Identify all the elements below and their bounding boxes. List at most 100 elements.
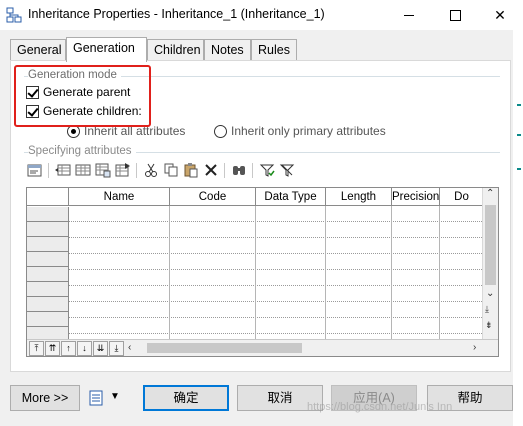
tab-children[interactable]: Children [147,39,204,61]
move-bottom-icon[interactable]: ⤓ [109,341,124,356]
close-icon: ✕ [494,6,506,23]
table-row[interactable] [69,303,482,318]
table-row[interactable] [69,255,482,270]
minimize-button[interactable] [386,0,432,30]
row-header[interactable] [27,222,68,237]
app-icon [6,7,22,23]
scroll-bottom-icon[interactable]: ⇟ [485,320,493,331]
add-row-icon[interactable] [74,161,92,179]
apply-button[interactable]: 应用(A) [331,385,417,411]
scroll-down-icon[interactable]: ⌄ [486,288,494,299]
table-row[interactable] [69,239,482,254]
tab-generation[interactable]: Generation [66,37,147,62]
generate-children-option[interactable]: Generate children: [26,104,142,118]
clear-filter-icon[interactable] [278,161,296,179]
maximize-button[interactable] [432,0,478,30]
more-button[interactable]: More >> [10,385,80,411]
generation-mode-label: Generation mode [28,69,121,81]
inherit-primary-label: Inherit only primary attributes [231,124,386,138]
background-mark [517,104,521,106]
toolbar-separator [48,163,49,178]
window-title: Inheritance Properties - Inheritance_1 (… [28,7,325,21]
table-row[interactable] [69,271,482,286]
help-button[interactable]: 帮助 [427,385,513,411]
table-row[interactable] [69,207,482,222]
find-icon[interactable] [230,161,248,179]
inherit-all-option[interactable]: Inherit all attributes [67,124,185,138]
insert-row-icon[interactable] [54,161,72,179]
scroll-left-icon[interactable]: ‹ [128,342,131,353]
toolbar-separator [136,163,137,178]
vertical-scrollbar[interactable]: ⌃ ⌄ ⤓ ⇟ [482,188,498,340]
vertical-scroll-thumb[interactable] [485,205,496,285]
table-row[interactable] [69,319,482,334]
column-header-data-type[interactable]: Data Type [256,188,326,206]
scroll-end-icon[interactable]: ⤓ [485,304,489,315]
horizontal-scrollbar[interactable]: ⤒ ⇈ ↑ ↓ ⇊ ⤓ ‹ › [27,339,498,356]
row-header[interactable] [27,252,68,267]
layout-menu-button[interactable]: ▼ [88,389,124,409]
copy-icon[interactable] [162,161,180,179]
tab-general[interactable]: General [10,39,66,61]
column-header-code[interactable]: Code [170,188,256,206]
tab-rules[interactable]: Rules [251,39,297,61]
delete-icon[interactable] [202,161,220,179]
ok-button[interactable]: 确定 [143,385,229,411]
paste-icon[interactable] [182,161,200,179]
grid-corner [27,188,69,206]
generate-parent-option[interactable]: Generate parent [26,85,130,99]
inherit-primary-radio[interactable] [214,124,227,138]
table-row[interactable] [69,287,482,302]
generate-parent-label: Generate parent [43,85,131,99]
move-page-down-icon[interactable]: ⇊ [93,341,108,356]
move-page-up-icon[interactable]: ⇈ [45,341,60,356]
attributes-grid: Name Code Data Type Length Precision Do [26,187,499,357]
column-divider [325,206,326,339]
row-header[interactable] [27,297,68,312]
scroll-right-icon[interactable]: › [473,342,476,353]
row-header[interactable] [27,237,68,252]
row-headers [27,207,69,342]
row-header[interactable] [27,312,68,327]
table-row[interactable] [69,223,482,238]
inherit-primary-option[interactable]: Inherit only primary attributes [214,124,386,138]
generate-children-label: Generate children: [43,104,142,118]
row-header[interactable] [27,267,68,282]
column-divider [255,206,256,339]
column-header-name[interactable]: Name [69,188,170,206]
filter-icon[interactable] [258,161,276,179]
column-header-precision[interactable]: Precision [392,188,440,206]
move-top-icon[interactable]: ⤒ [29,341,44,356]
cancel-button[interactable]: 取消 [237,385,323,411]
add-attributes-icon[interactable] [94,161,112,179]
add-existing-icon[interactable] [114,161,132,179]
horizontal-scroll-thumb[interactable] [147,343,302,353]
title-bar: Inheritance Properties - Inheritance_1 (… [0,0,523,30]
grid-header: Name Code Data Type Length Precision Do [27,188,483,206]
move-up-icon[interactable]: ↑ [61,341,76,356]
close-button[interactable]: ✕ [477,0,523,30]
properties-icon[interactable] [26,161,44,179]
move-down-icon[interactable]: ↓ [77,341,92,356]
scroll-up-icon[interactable]: ⌃ [486,188,494,199]
column-header-length[interactable]: Length [326,188,392,206]
row-header[interactable] [27,282,68,297]
tab-notes[interactable]: Notes [204,39,251,61]
row-header[interactable] [27,207,68,222]
background-mark [517,134,521,136]
generate-parent-checkbox[interactable] [26,85,39,99]
properties-dialog: Inheritance Properties - Inheritance_1 (… [0,0,523,426]
column-divider [169,206,170,339]
cut-icon[interactable] [142,161,160,179]
specifying-attributes-label: Specifying attributes [28,145,136,157]
background-window-edge [513,30,523,426]
inherit-all-label: Inherit all attributes [84,124,186,138]
column-divider [391,206,392,339]
toolbar-separator [224,163,225,178]
background-mark [517,168,521,170]
column-header-domain[interactable]: Do [440,188,483,206]
column-divider [439,206,440,339]
generate-children-checkbox[interactable] [26,104,39,118]
document-list-icon [88,389,106,410]
inherit-all-radio[interactable] [67,124,80,138]
